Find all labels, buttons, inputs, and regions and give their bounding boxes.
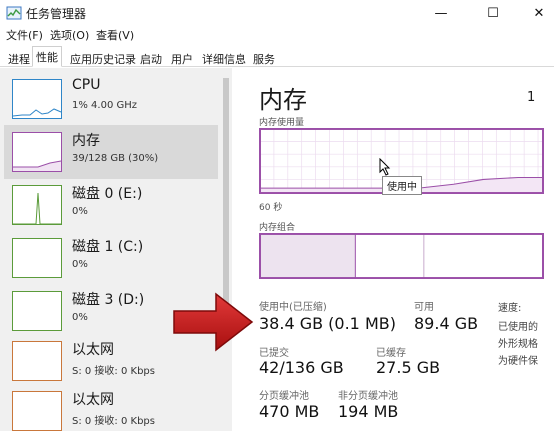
memory-composition-bar bbox=[259, 233, 544, 279]
menu-bar: 文件(F) 选项(O) 查看(V) bbox=[0, 26, 554, 44]
sidebar-item-detail: 0% bbox=[72, 259, 88, 270]
tab-details[interactable]: 详细信息 bbox=[198, 48, 250, 67]
title-bar: 任务管理器 — ☐ ✕ bbox=[0, 0, 554, 26]
tab-performance[interactable]: 性能 bbox=[32, 46, 62, 67]
composition-label: 内存组合 bbox=[259, 223, 296, 233]
disk3-thumbnail bbox=[12, 291, 62, 331]
sidebar-item-detail: 0% bbox=[72, 206, 88, 217]
tab-app-history[interactable]: 应用历史记录 bbox=[66, 48, 140, 67]
ethernet2-thumbnail bbox=[12, 391, 62, 431]
slots-used-label: 已使用的 bbox=[498, 322, 538, 333]
menu-view[interactable]: 查看(V) bbox=[96, 27, 134, 43]
sidebar-item-label: 磁盘 3 (D:) bbox=[72, 292, 145, 308]
in-use-value: 38.4 GB (0.1 MB) bbox=[259, 314, 396, 333]
mouse-cursor-icon bbox=[379, 158, 391, 176]
sidebar-item-detail: S: 0 接收: 0 Kbps bbox=[72, 366, 155, 377]
sidebar-item-label: 磁盘 1 (C:) bbox=[72, 239, 144, 255]
cached-label: 已缓存 bbox=[376, 348, 406, 359]
nonpaged-pool-label: 非分页缓冲池 bbox=[338, 391, 398, 402]
tab-users[interactable]: 用户 bbox=[167, 48, 197, 67]
ethernet1-thumbnail bbox=[12, 341, 62, 381]
sidebar-item-ethernet-2[interactable]: 以太网 S: 0 接收: 0 Kbps bbox=[4, 384, 218, 431]
sidebar-scrollbar[interactable] bbox=[220, 68, 232, 431]
cpu-thumbnail bbox=[12, 79, 62, 119]
tooltip: 使用中 bbox=[382, 176, 422, 195]
sidebar-item-cpu[interactable]: CPU 1% 4.00 GHz bbox=[4, 72, 218, 126]
form-factor-label: 外形规格 bbox=[498, 339, 538, 350]
menu-file[interactable]: 文件(F) bbox=[6, 27, 43, 43]
sidebar-item-disk0[interactable]: 磁盘 0 (E:) 0% bbox=[4, 178, 218, 232]
red-arrow-icon bbox=[173, 292, 254, 352]
disk1-thumbnail bbox=[12, 238, 62, 278]
close-button[interactable]: ✕ bbox=[516, 0, 554, 26]
nonpaged-pool-value: 194 MB bbox=[338, 402, 399, 421]
sidebar-item-detail: 39/128 GB (30%) bbox=[72, 153, 159, 164]
paged-pool-value: 470 MB bbox=[259, 402, 320, 421]
memory-thumbnail bbox=[12, 132, 62, 172]
usage-graph-label: 内存使用量 bbox=[259, 118, 305, 128]
tab-bar: 进程 性能 应用历史记录 启动 用户 详细信息 服务 bbox=[0, 45, 554, 67]
committed-value: 42/136 GB bbox=[259, 358, 344, 377]
in-use-label: 使用中(已压缩) bbox=[259, 302, 327, 313]
sidebar-item-label: 以太网 bbox=[72, 342, 114, 358]
sidebar-item-label: CPU bbox=[72, 77, 101, 93]
page-title: 内存 bbox=[259, 86, 307, 114]
tab-services[interactable]: 服务 bbox=[249, 48, 279, 67]
paged-pool-label: 分页缓冲池 bbox=[259, 391, 309, 402]
sidebar-item-disk1[interactable]: 磁盘 1 (C:) 0% bbox=[4, 231, 218, 285]
memory-detail-panel: 内存 1 内存使用量 60 秒 使用中 内存组合 使用中(已压缩) 38.4 G… bbox=[242, 68, 554, 431]
tab-startup[interactable]: 启动 bbox=[136, 48, 166, 67]
window-title: 任务管理器 bbox=[26, 7, 87, 21]
minimize-button[interactable]: — bbox=[418, 0, 464, 26]
task-manager-icon bbox=[6, 6, 22, 20]
available-label: 可用 bbox=[414, 302, 434, 313]
maximize-button[interactable]: ☐ bbox=[470, 0, 516, 26]
sidebar-item-detail: 0% bbox=[72, 312, 88, 323]
available-value: 89.4 GB bbox=[414, 314, 479, 333]
speed-label: 速度: bbox=[498, 303, 522, 314]
sidebar-item-label: 以太网 bbox=[72, 392, 114, 408]
sidebar-item-label: 内存 bbox=[72, 133, 100, 149]
performance-sidebar: CPU 1% 4.00 GHz 内存 39/128 GB (30%) 磁盘 0 … bbox=[0, 68, 232, 431]
cached-value: 27.5 GB bbox=[376, 358, 441, 377]
sidebar-item-memory[interactable]: 内存 39/128 GB (30%) bbox=[4, 125, 218, 179]
sidebar-item-detail: S: 0 接收: 0 Kbps bbox=[72, 416, 155, 427]
sidebar-item-label: 磁盘 0 (E:) bbox=[72, 186, 143, 202]
menu-options[interactable]: 选项(O) bbox=[50, 27, 89, 43]
graph-time-label: 60 秒 bbox=[259, 203, 283, 213]
disk0-thumbnail bbox=[12, 185, 62, 225]
tab-processes[interactable]: 进程 bbox=[4, 48, 34, 67]
sidebar-item-detail: 1% 4.00 GHz bbox=[72, 100, 138, 111]
memory-total: 1 bbox=[527, 90, 536, 105]
committed-label: 已提交 bbox=[259, 348, 289, 359]
hardware-reserved-label: 为硬件保 bbox=[498, 356, 538, 367]
